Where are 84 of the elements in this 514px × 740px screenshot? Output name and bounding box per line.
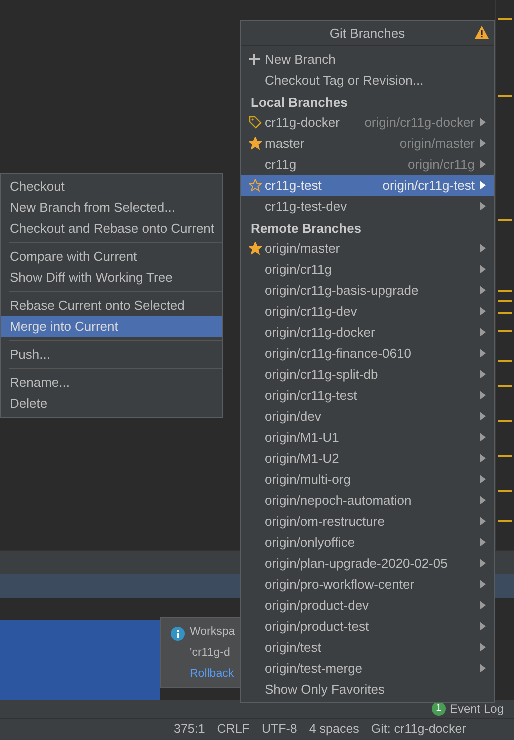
- submenu-arrow-icon: [480, 118, 486, 127]
- branch-item[interactable]: origin/multi-org: [241, 469, 494, 490]
- submenu-arrow-icon: [480, 349, 486, 358]
- submenu-arrow-icon: [480, 601, 486, 610]
- submenu-arrow-icon: [480, 307, 486, 316]
- branch-item[interactable]: origin/M1-U1: [241, 427, 494, 448]
- tag-icon: [249, 116, 262, 129]
- branch-item[interactable]: origin/product-dev: [241, 595, 494, 616]
- submenu-arrow-icon: [480, 643, 486, 652]
- submenu-arrow-icon: [480, 328, 486, 337]
- branch-item[interactable]: origin/cr11g-finance-0610: [241, 343, 494, 364]
- submenu-arrow-icon: [480, 391, 486, 400]
- warning-icon[interactable]: [475, 26, 489, 39]
- info-icon: [171, 627, 185, 641]
- branch-item[interactable]: origin/test: [241, 637, 494, 658]
- branch-item[interactable]: origin/nepoch-automation: [241, 490, 494, 511]
- star-icon: [249, 179, 262, 192]
- status-item[interactable]: 375:1: [174, 722, 206, 736]
- submenu-arrow-icon: [480, 286, 486, 295]
- branch-item[interactable]: cr11g-test-dev: [241, 196, 494, 217]
- submenu-arrow-icon: [480, 265, 486, 274]
- plus-icon: [249, 54, 260, 65]
- branch-item[interactable]: origin/M1-U2: [241, 448, 494, 469]
- event-log-button[interactable]: Event Log: [450, 702, 504, 716]
- menu-item[interactable]: Merge into Current: [1, 316, 222, 337]
- submenu-arrow-icon: [480, 412, 486, 421]
- submenu-arrow-icon: [480, 580, 486, 589]
- branch-item[interactable]: origin/cr11g-dev: [241, 301, 494, 322]
- status-item[interactable]: 4 spaces: [309, 722, 360, 736]
- menu-item[interactable]: Rebase Current onto Selected: [1, 295, 222, 316]
- submenu-arrow-icon: [480, 664, 486, 673]
- branch-item[interactable]: cr11g-docker origin/cr11g-docker: [241, 112, 494, 133]
- submenu-arrow-icon: [480, 202, 486, 211]
- section-heading: Local Branches: [250, 94, 349, 112]
- submenu-arrow-icon: [480, 139, 486, 148]
- submenu-arrow-icon: [480, 181, 486, 190]
- submenu-arrow-icon: [480, 454, 486, 463]
- branch-item[interactable]: origin/cr11g-test: [241, 385, 494, 406]
- status-item[interactable]: UTF-8: [262, 722, 298, 736]
- status-item[interactable]: Git: cr11g-docker: [371, 722, 466, 736]
- branch-item[interactable]: cr11g origin/cr11g: [241, 154, 494, 175]
- submenu-arrow-icon: [480, 622, 486, 631]
- submenu-arrow-icon: [480, 517, 486, 526]
- branch-item[interactable]: origin/product-test: [241, 616, 494, 637]
- menu-item[interactable]: Delete: [1, 393, 222, 414]
- notification-text: 'cr11g-d: [190, 646, 230, 661]
- branch-item[interactable]: origin/om-restructure: [241, 511, 494, 532]
- submenu-arrow-icon: [480, 433, 486, 442]
- branch-item[interactable]: origin/plan-upgrade-2020-02-05: [241, 553, 494, 574]
- branch-item[interactable]: origin/pro-workflow-center: [241, 574, 494, 595]
- branch-item[interactable]: origin/test-merge: [241, 658, 494, 679]
- branch-item[interactable]: cr11g-test origin/cr11g-test: [241, 175, 494, 196]
- branch-item[interactable]: origin/onlyoffice: [241, 532, 494, 553]
- submenu-arrow-icon: [480, 370, 486, 379]
- branch-item[interactable]: origin/cr11g-docker: [241, 322, 494, 343]
- branch-item[interactable]: master origin/master: [241, 133, 494, 154]
- notification-text: Workspa: [190, 625, 236, 640]
- menu-item[interactable]: Show Diff with Working Tree: [1, 267, 222, 288]
- menu-item[interactable]: Rename...: [1, 372, 222, 393]
- action-item[interactable]: New Branch: [241, 49, 494, 70]
- menu-item[interactable]: Checkout and Rebase onto Current: [1, 218, 222, 239]
- favorites-toggle[interactable]: Show Only Favorites: [241, 679, 494, 700]
- star-icon: [249, 242, 262, 255]
- menu-item[interactable]: Checkout: [1, 176, 222, 197]
- menu-item[interactable]: Compare with Current: [1, 246, 222, 267]
- menu-item[interactable]: Push...: [1, 344, 222, 365]
- submenu-arrow-icon: [480, 559, 486, 568]
- action-item[interactable]: Checkout Tag or Revision...: [241, 70, 494, 91]
- submenu-arrow-icon: [480, 538, 486, 547]
- section-heading: Remote Branches: [250, 220, 363, 238]
- submenu-arrow-icon: [480, 475, 486, 484]
- branch-item[interactable]: origin/cr11g: [241, 259, 494, 280]
- branch-item[interactable]: origin/dev: [241, 406, 494, 427]
- rollback-link[interactable]: Rollback: [190, 664, 234, 685]
- status-item[interactable]: CRLF: [217, 722, 250, 736]
- submenu-arrow-icon: [480, 160, 486, 169]
- branch-item[interactable]: origin/cr11g-split-db: [241, 364, 494, 385]
- branch-item[interactable]: origin/master: [241, 238, 494, 259]
- submenu-arrow-icon: [480, 496, 486, 505]
- branch-item[interactable]: origin/cr11g-basis-upgrade: [241, 280, 494, 301]
- star-icon: [249, 137, 262, 150]
- submenu-arrow-icon: [480, 244, 486, 253]
- menu-item[interactable]: New Branch from Selected...: [1, 197, 222, 218]
- popup-title: Git Branches: [330, 26, 406, 40]
